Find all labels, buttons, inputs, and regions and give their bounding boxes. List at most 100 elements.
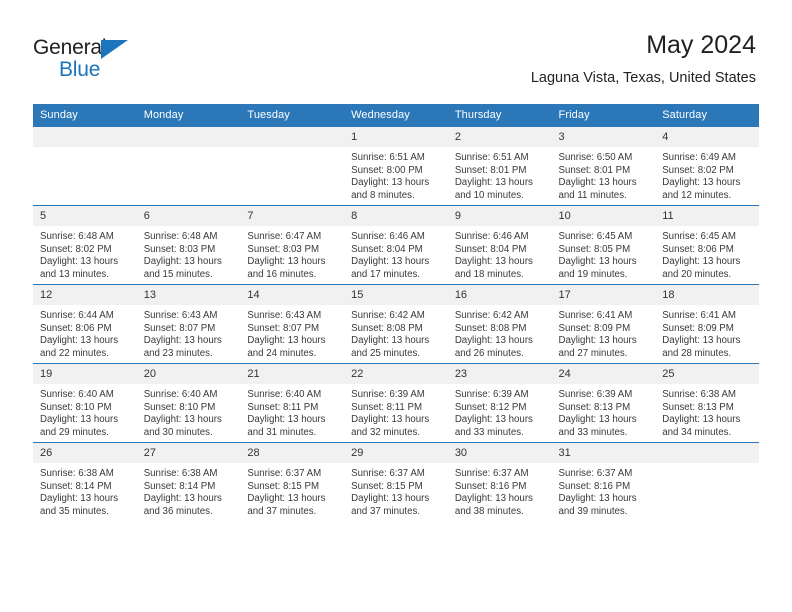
daylight-text-line2: and 23 minutes. <box>143 347 213 359</box>
sunset-text: Sunset: 8:12 PM <box>454 401 527 413</box>
sunrise-text: Sunrise: 6:39 AM <box>454 389 529 400</box>
calendar-day-cell <box>136 126 241 206</box>
weekday-header-friday: Friday <box>551 104 656 127</box>
day-details: Sunrise: 6:40 AM Sunset: 8:10 PM Dayligh… <box>137 384 241 439</box>
day-number: 25 <box>655 364 759 384</box>
calendar-day-cell: 23 Sunrise: 6:39 AM Sunset: 8:12 PM Dayl… <box>447 363 552 443</box>
daylight-text-line1: Daylight: 13 hours <box>454 493 533 505</box>
daylight-text-line2: and 39 minutes. <box>558 505 628 517</box>
day-details: Sunrise: 6:39 AM Sunset: 8:13 PM Dayligh… <box>552 384 656 439</box>
sunrise-text: Sunrise: 6:39 AM <box>558 389 633 400</box>
daylight-text-line1: Daylight: 13 hours <box>351 335 430 347</box>
page-title: May 2024 <box>646 31 756 59</box>
sunrise-text: Sunrise: 6:43 AM <box>143 310 218 321</box>
daylight-text-line2: and 35 minutes. <box>40 505 109 517</box>
calendar-day-cell: 10 Sunrise: 6:45 AM Sunset: 8:05 PM Dayl… <box>551 205 656 285</box>
weekday-header-saturday: Saturday <box>655 104 759 127</box>
daylight-text-line1: Daylight: 13 hours <box>247 256 326 268</box>
sunset-text: Sunset: 8:02 PM <box>40 243 112 255</box>
day-number: 4 <box>655 127 759 147</box>
calendar-day-cell: 30 Sunrise: 6:37 AM Sunset: 8:16 PM Dayl… <box>447 442 552 521</box>
daylight-text-line2: and 31 minutes. <box>247 426 317 438</box>
sunset-text: Sunset: 8:03 PM <box>247 243 320 255</box>
daylight-text-line2: and 38 minutes. <box>454 505 524 517</box>
daylight-text-line1: Daylight: 13 hours <box>558 177 637 189</box>
daylight-text-line1: Daylight: 13 hours <box>143 256 222 268</box>
daylight-text-line2: and 34 minutes. <box>662 426 732 438</box>
day-number <box>240 127 345 147</box>
daylight-text-line1: Daylight: 13 hours <box>40 256 119 268</box>
day-number: 10 <box>551 206 656 226</box>
day-details: Sunrise: 6:51 AM Sunset: 8:00 PM Dayligh… <box>344 147 448 202</box>
day-number: 8 <box>344 206 448 226</box>
daylight-text-line2: and 27 minutes. <box>558 347 628 359</box>
day-details: Sunrise: 6:37 AM Sunset: 8:15 PM Dayligh… <box>344 463 448 518</box>
sunrise-text: Sunrise: 6:51 AM <box>351 152 425 163</box>
day-number: 22 <box>344 364 448 384</box>
day-details: Sunrise: 6:39 AM Sunset: 8:11 PM Dayligh… <box>344 384 448 439</box>
daylight-text-line1: Daylight: 13 hours <box>454 256 533 268</box>
daylight-text-line1: Daylight: 13 hours <box>662 256 741 268</box>
sunrise-text: Sunrise: 6:38 AM <box>143 468 218 479</box>
weekday-header-thursday: Thursday <box>447 104 552 127</box>
calendar-day-cell: 1 Sunrise: 6:51 AM Sunset: 8:00 PM Dayli… <box>344 126 448 206</box>
day-details: Sunrise: 6:44 AM Sunset: 8:06 PM Dayligh… <box>33 305 137 360</box>
calendar-day-cell: 6 Sunrise: 6:48 AM Sunset: 8:03 PM Dayli… <box>136 205 241 285</box>
day-details: Sunrise: 6:45 AM Sunset: 8:06 PM Dayligh… <box>655 226 759 281</box>
daylight-text-line2: and 22 minutes. <box>40 347 109 359</box>
daylight-text-line2: and 32 minutes. <box>351 426 421 438</box>
daylight-text-line2: and 37 minutes. <box>351 505 421 517</box>
day-number <box>33 127 137 147</box>
sunrise-text: Sunrise: 6:42 AM <box>454 310 529 321</box>
calendar-day-cell: 8 Sunrise: 6:46 AM Sunset: 8:04 PM Dayli… <box>344 205 448 285</box>
day-details: Sunrise: 6:48 AM Sunset: 8:03 PM Dayligh… <box>137 226 241 281</box>
day-number: 1 <box>344 127 448 147</box>
sunrise-text: Sunrise: 6:45 AM <box>558 231 633 242</box>
logo-text-general: General <box>33 36 107 59</box>
calendar-day-cell: 11 Sunrise: 6:45 AM Sunset: 8:06 PM Dayl… <box>655 205 759 285</box>
sunrise-text: Sunrise: 6:39 AM <box>351 389 425 400</box>
day-number: 31 <box>551 443 656 463</box>
daylight-text-line2: and 13 minutes. <box>40 268 109 280</box>
day-number: 19 <box>33 364 137 384</box>
day-details: Sunrise: 6:49 AM Sunset: 8:02 PM Dayligh… <box>655 147 759 202</box>
calendar-day-cell: 28 Sunrise: 6:37 AM Sunset: 8:15 PM Dayl… <box>240 442 345 521</box>
sunset-text: Sunset: 8:01 PM <box>558 164 631 176</box>
daylight-text-line2: and 10 minutes. <box>454 189 524 201</box>
daylight-text-line1: Daylight: 13 hours <box>662 414 741 426</box>
day-details: Sunrise: 6:45 AM Sunset: 8:05 PM Dayligh… <box>552 226 656 281</box>
calendar-day-cell <box>33 126 137 206</box>
day-number: 29 <box>344 443 448 463</box>
daylight-text-line1: Daylight: 13 hours <box>351 177 430 189</box>
daylight-text-line2: and 17 minutes. <box>351 268 421 280</box>
day-details: Sunrise: 6:41 AM Sunset: 8:09 PM Dayligh… <box>655 305 759 360</box>
day-details: Sunrise: 6:38 AM Sunset: 8:14 PM Dayligh… <box>33 463 137 518</box>
day-number: 27 <box>136 443 241 463</box>
daylight-text-line1: Daylight: 13 hours <box>662 177 741 189</box>
day-details: Sunrise: 6:39 AM Sunset: 8:12 PM Dayligh… <box>448 384 552 439</box>
sunrise-sunset-calendar: Sunday Monday Tuesday Wednesday Thursday… <box>33 104 759 521</box>
sunset-text: Sunset: 8:11 PM <box>247 401 319 413</box>
sunrise-text: Sunrise: 6:48 AM <box>143 231 218 242</box>
calendar-week-row: 5 Sunrise: 6:48 AM Sunset: 8:02 PM Dayli… <box>33 205 759 285</box>
sunset-text: Sunset: 8:08 PM <box>351 322 423 334</box>
calendar-day-cell: 4 Sunrise: 6:49 AM Sunset: 8:02 PM Dayli… <box>655 126 759 206</box>
day-details: Sunrise: 6:37 AM Sunset: 8:16 PM Dayligh… <box>552 463 656 518</box>
calendar-day-cell: 22 Sunrise: 6:39 AM Sunset: 8:11 PM Dayl… <box>344 363 448 443</box>
sunset-text: Sunset: 8:07 PM <box>143 322 216 334</box>
sunrise-text: Sunrise: 6:37 AM <box>247 468 322 479</box>
page-header: General Blue May 2024 Laguna Vista, Texa… <box>0 0 792 104</box>
day-number: 28 <box>240 443 345 463</box>
daylight-text-line1: Daylight: 13 hours <box>558 414 637 426</box>
day-details: Sunrise: 6:51 AM Sunset: 8:01 PM Dayligh… <box>448 147 552 202</box>
calendar-day-cell: 31 Sunrise: 6:37 AM Sunset: 8:16 PM Dayl… <box>551 442 656 521</box>
calendar-day-cell: 7 Sunrise: 6:47 AM Sunset: 8:03 PM Dayli… <box>240 205 345 285</box>
sunset-text: Sunset: 8:15 PM <box>351 480 423 492</box>
day-number: 14 <box>240 285 345 305</box>
sunrise-text: Sunrise: 6:37 AM <box>558 468 633 479</box>
day-details: Sunrise: 6:37 AM Sunset: 8:16 PM Dayligh… <box>448 463 552 518</box>
daylight-text-line1: Daylight: 13 hours <box>454 335 533 347</box>
sunrise-text: Sunrise: 6:46 AM <box>454 231 529 242</box>
day-details: Sunrise: 6:50 AM Sunset: 8:01 PM Dayligh… <box>552 147 656 202</box>
daylight-text-line1: Daylight: 13 hours <box>143 493 222 505</box>
